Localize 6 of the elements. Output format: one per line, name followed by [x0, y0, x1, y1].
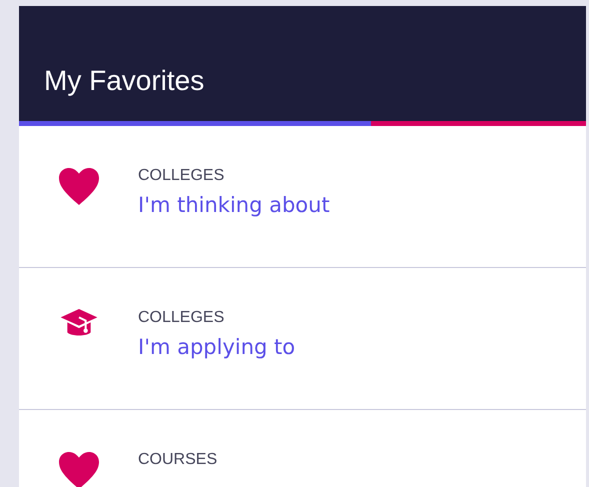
favorites-link[interactable]: I'm applying to — [138, 333, 296, 361]
category-label: COURSES — [138, 450, 218, 470]
category-label: COLLEGES — [138, 166, 224, 186]
category-label: COLLEGES — [138, 308, 224, 328]
card-title: My Favorites — [44, 67, 204, 95]
favorites-link[interactable]: I'm thinking about — [138, 191, 330, 219]
